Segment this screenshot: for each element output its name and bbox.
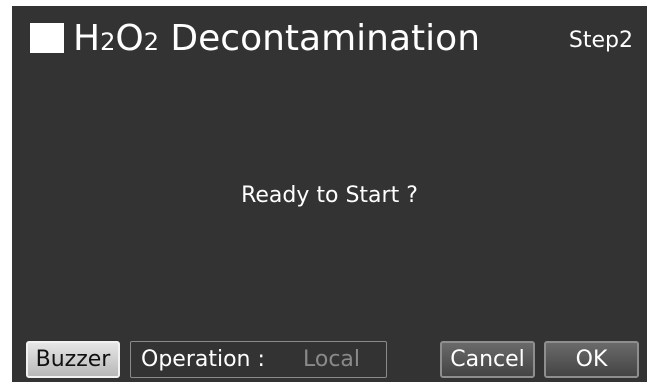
buzzer-button[interactable]: Buzzer — [26, 341, 120, 378]
page-title: H2O2 Decontamination — [73, 16, 480, 65]
title-o: O — [115, 18, 144, 59]
operation-label: Operation : — [141, 347, 265, 372]
cancel-button[interactable]: Cancel — [440, 341, 535, 378]
prompt-message: Ready to Start ? — [241, 183, 418, 208]
title-h: H — [73, 18, 101, 59]
title-rest: Decontamination — [158, 18, 481, 59]
decontamination-screen: H2O2 Decontamination Step2 Ready to Star… — [12, 6, 647, 382]
ok-button[interactable]: OK — [544, 341, 639, 378]
step-indicator: Step2 — [568, 28, 633, 53]
square-marker-icon — [30, 23, 64, 53]
operation-value: Local — [303, 347, 361, 372]
title-subscript-2b: 2 — [143, 28, 159, 56]
title-subscript-2: 2 — [100, 28, 116, 56]
operation-status: Operation : Local — [130, 341, 387, 378]
